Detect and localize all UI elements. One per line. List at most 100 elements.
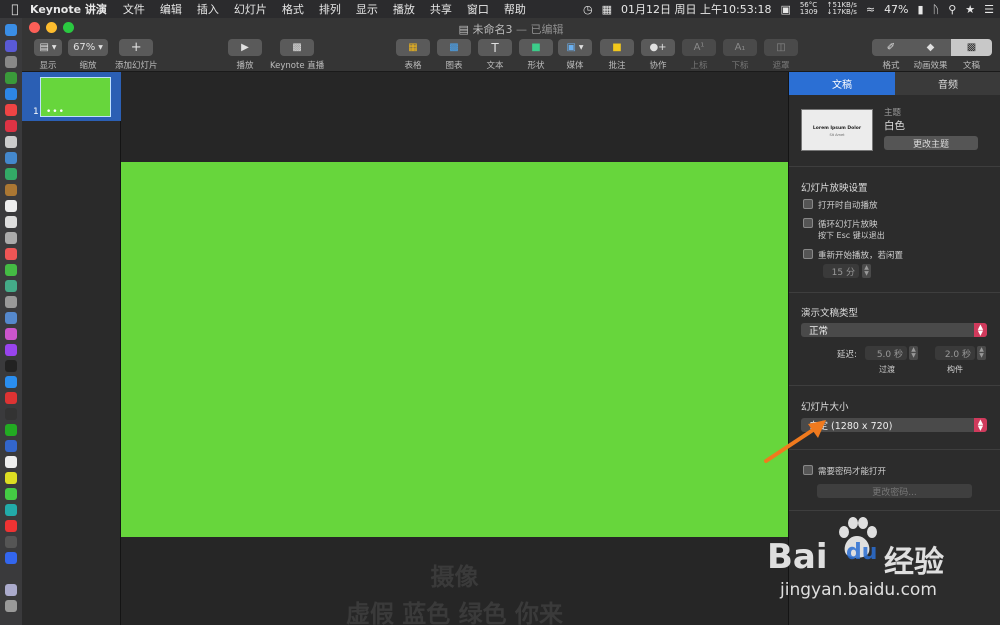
keynote-live-tool[interactable]: ▩ Keynote 直播 [270,39,324,71]
collaborate-button[interactable]: ●+ [641,39,675,56]
menu-format[interactable]: 格式 [282,1,304,17]
app-icon[interactable] [5,520,17,532]
comment-button[interactable]: ■ [600,39,634,56]
app-icon[interactable] [5,120,17,132]
document-button[interactable]: ▩ [951,39,992,56]
play-tool[interactable]: ▶ 播放 [228,39,262,71]
appstore-icon[interactable] [5,376,17,388]
animate-tool[interactable]: ◆ 动画效果 [910,39,951,71]
menu-insert[interactable]: 插入 [197,1,219,17]
finder-icon[interactable] [5,24,17,36]
transition-delay-stepper[interactable]: ▲ ▼ [909,346,918,360]
app-icon[interactable] [5,136,17,148]
table-tool[interactable]: ▦ 表格 [396,39,430,71]
menu-edit[interactable]: 编辑 [160,1,182,17]
zoom-select[interactable]: 67% ▼ [68,39,108,56]
idle-time-field[interactable]: 15 分 [823,264,859,278]
change-password-button[interactable]: 更改密码... [817,484,972,498]
chart-button[interactable]: ▩ [437,39,471,56]
datetime[interactable]: 01月12日 周日 上午10:53:18 [621,1,771,17]
mask-tool[interactable]: ◫ 遮罩 [764,39,798,71]
wechat-icon[interactable] [5,488,17,500]
document-icon[interactable] [5,584,17,596]
app-icon[interactable] [5,504,17,516]
subscript-button[interactable]: A₁ [723,39,757,56]
media-button[interactable]: ▣ ▼ [558,39,592,56]
menu-file[interactable]: 文件 [123,1,145,17]
calendar-app-icon[interactable] [5,200,17,212]
superscript-button[interactable]: A¹ [682,39,716,56]
format-tool[interactable]: ✐ 格式 [872,39,910,71]
loop-checkbox[interactable] [803,218,813,228]
calendar-icon[interactable]: ▦ [602,3,612,16]
text-button[interactable]: T [478,39,512,56]
terminal-icon[interactable] [5,408,17,420]
keynote-live-button[interactable]: ▩ [280,39,315,56]
collaborate-tool[interactable]: ●+ 协作 [641,39,675,71]
siri-icon[interactable] [5,40,17,52]
presentation-type-select[interactable]: 正常 ▲ ▼ [801,323,987,337]
app-menu[interactable]: Keynote 讲演 [30,1,107,17]
zoom-tool[interactable]: 67% ▼ 缩放 [68,39,108,71]
menu-window[interactable]: 窗口 [467,1,489,17]
subscript-tool[interactable]: A₁ 下标 [723,39,757,71]
tab-document[interactable]: 文稿 [789,72,895,95]
app-icon[interactable] [5,552,17,564]
superscript-tool[interactable]: A¹ 上标 [682,39,716,71]
display-icon[interactable]: ▣ [780,3,790,16]
menu-help[interactable]: 帮助 [504,1,526,17]
view-tool[interactable]: ▤ ▼ 显示 [34,39,62,71]
chrome-icon[interactable] [5,104,17,116]
clock-icon[interactable]: ◷ [583,3,593,16]
menu-share[interactable]: 共享 [430,1,452,17]
list-icon[interactable]: ☰ [984,3,994,16]
network-readout[interactable]: ↑51KB/s ↓17KB/s [827,2,857,16]
restart-checkbox[interactable] [803,249,813,259]
menu-view[interactable]: 显示 [356,1,378,17]
tab-audio[interactable]: 音频 [895,72,1000,95]
view-button[interactable]: ▤ ▼ [34,39,62,56]
change-theme-button[interactable]: 更改主题 [884,136,978,150]
password-checkbox[interactable] [803,465,813,475]
podcasts-icon[interactable] [5,344,17,356]
slide[interactable] [121,162,788,537]
transition-delay-field[interactable]: 5.0 秒 [865,346,907,360]
star-icon[interactable]: ★ [965,3,975,16]
shape-tool[interactable]: ■ 形状 [519,39,553,71]
battery-icon[interactable]: ▮ [918,3,924,16]
app-icon[interactable] [5,440,17,452]
mask-button[interactable]: ◫ [764,39,798,56]
messages-icon[interactable] [5,264,17,276]
wifi-icon[interactable]: ≈ [866,3,875,16]
app-icon[interactable] [5,424,17,436]
bluetooth-icon[interactable]: ᚢ [933,3,940,16]
text-tool[interactable]: T 文本 [478,39,512,71]
app-icon[interactable] [5,168,17,180]
table-button[interactable]: ▦ [396,39,430,56]
media-tool[interactable]: ▣ ▼ 媒体 [558,39,592,71]
temperature-readout[interactable]: 56°C 1309 [800,2,818,16]
menu-slide[interactable]: 幻灯片 [234,1,267,17]
auto-play-checkbox[interactable] [803,199,813,209]
app-icon[interactable] [5,456,17,468]
comment-tool[interactable]: ■ 批注 [600,39,634,71]
theme-preview[interactable]: Lorem Ipsum Dolor Sit Amet [801,109,873,151]
menu-arrange[interactable]: 排列 [319,1,341,17]
build-delay-stepper[interactable]: ▲ ▼ [977,346,986,360]
app-icon[interactable] [5,184,17,196]
app-icon[interactable] [5,472,17,484]
search-icon[interactable]: ⚲ [948,3,956,16]
app-icon[interactable] [5,248,17,260]
trash-icon[interactable] [5,600,17,612]
more-icon[interactable]: ••• [46,107,65,117]
itunes-icon[interactable] [5,328,17,340]
idle-time-stepper[interactable]: ▲ ▼ [862,264,871,278]
app-icon[interactable] [5,72,17,84]
add-slide-button[interactable]: + [119,39,154,56]
notes-icon[interactable] [5,216,17,228]
app-icon[interactable] [5,536,17,548]
animate-button[interactable]: ◆ [910,39,951,56]
menu-play[interactable]: 播放 [393,1,415,17]
app-icon[interactable] [5,152,17,164]
tv-icon[interactable] [5,360,17,372]
